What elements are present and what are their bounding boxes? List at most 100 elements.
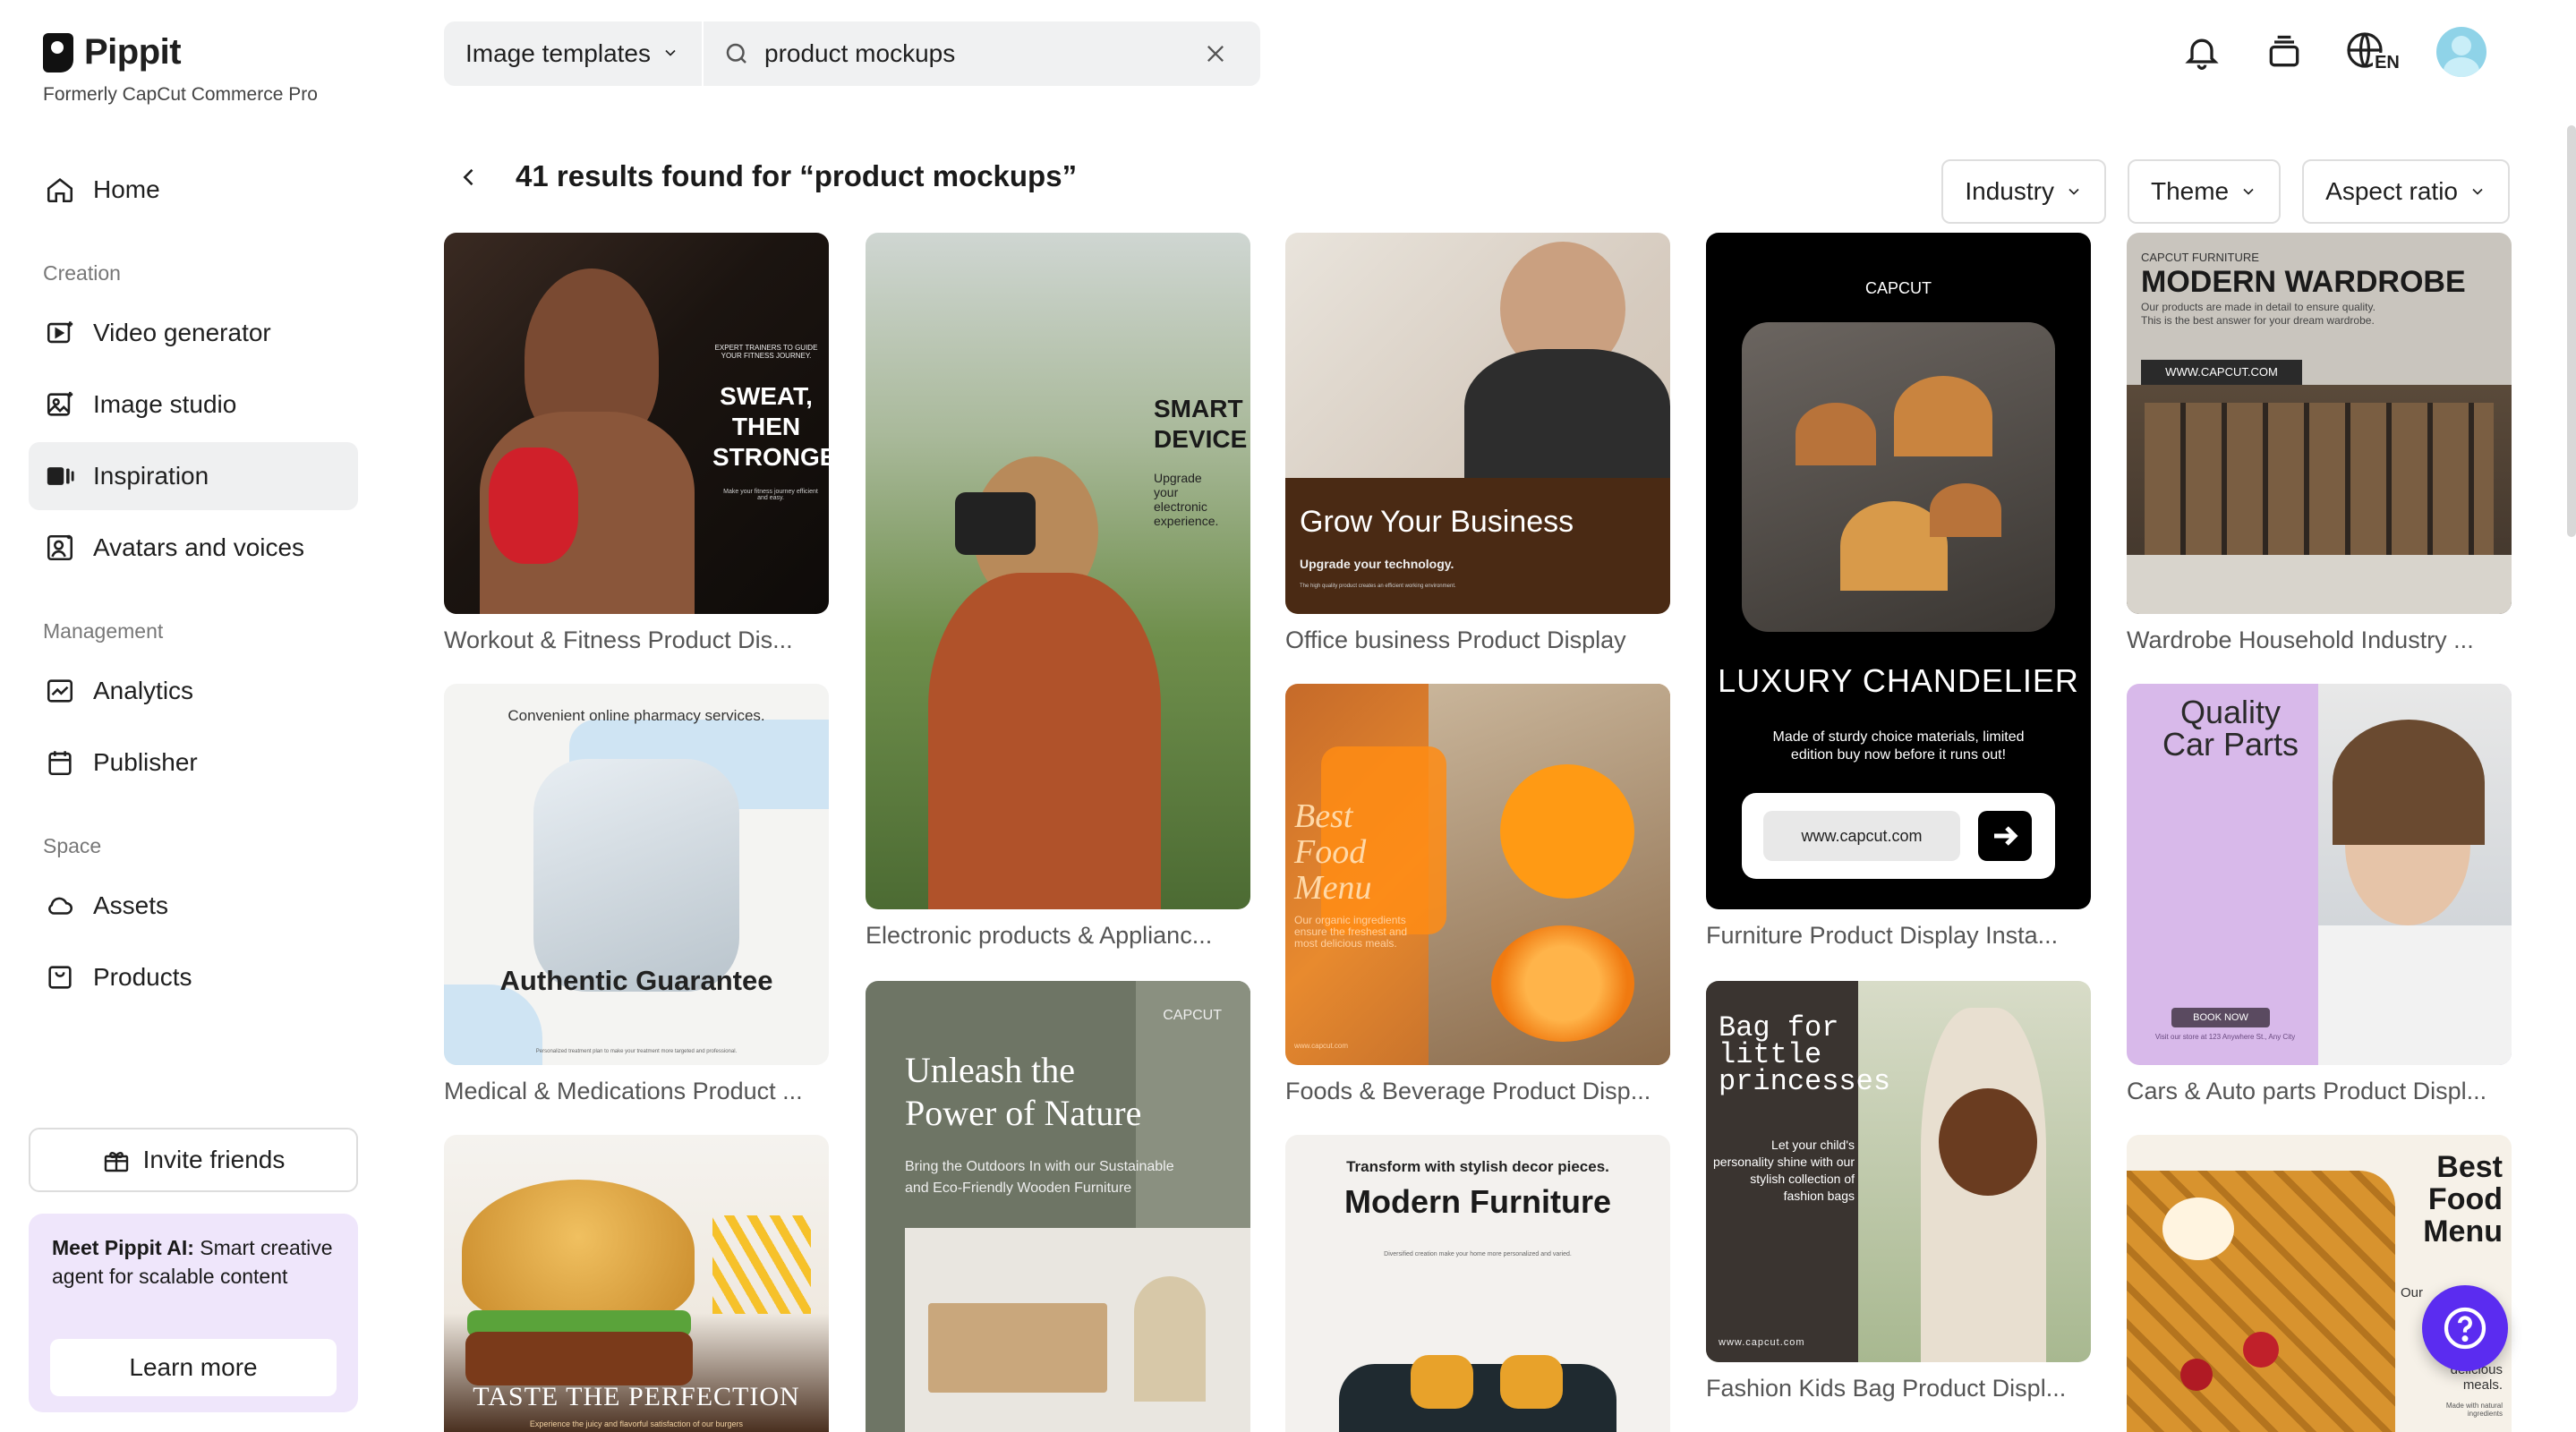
gift-icon	[102, 1146, 131, 1174]
template-card[interactable]: TASTE THE PERFECTION Experience the juic…	[444, 1135, 829, 1432]
template-thumbnail: CAPCUT Unleash the Power of Nature Bring…	[866, 981, 1250, 1432]
template-card[interactable]: Best Food Menu Our organic ingredients e…	[1285, 684, 1670, 1105]
sidebar-item-home[interactable]: Home	[29, 156, 358, 224]
card-caption: Workout & Fitness Product Dis...	[444, 626, 793, 653]
filter-theme[interactable]: Theme	[2127, 159, 2282, 224]
top-icons: EN	[2179, 27, 2486, 77]
close-icon[interactable]	[1203, 41, 1228, 66]
card-text: Upgrade	[1154, 471, 1202, 485]
template-card[interactable]: Transform with stylish decor pieces. Mod…	[1285, 1135, 1670, 1432]
card-text: Power of Nature	[905, 1093, 1142, 1133]
search-type-dropdown[interactable]: Image templates	[444, 21, 704, 86]
card-text: THEN	[731, 413, 801, 440]
card-text: CAPCUT	[1864, 279, 1932, 297]
card-text: SMART	[1154, 395, 1243, 422]
chevron-down-icon	[2243, 188, 2254, 195]
filter-label: Theme	[2150, 177, 2230, 205]
section-label-management: Management	[43, 619, 164, 643]
card-text: Unleash the	[905, 1050, 1075, 1090]
sidebar-item-video-generator[interactable]: Video generator	[29, 299, 358, 367]
card-text: Best	[1294, 797, 1353, 835]
promo-bold: Meet Pippit AI:	[52, 1236, 194, 1259]
template-card[interactable]: EXPERT TRAINERS TO GUIDE YOUR FITNESS JO…	[444, 233, 829, 654]
card-text: www.capcut.com	[1801, 827, 1923, 845]
card-caption: Medical & Medications Product ...	[444, 1078, 803, 1104]
cloud-icon	[45, 891, 75, 921]
card-caption: Office business Product Display	[1285, 626, 1626, 653]
search-bar: Image templates	[444, 21, 1260, 86]
back-button[interactable]	[456, 159, 485, 195]
search-input[interactable]	[764, 39, 1194, 68]
sidebar-item-inspiration[interactable]: Inspiration	[29, 442, 358, 510]
card-text: Food	[2427, 1182, 2503, 1216]
template-card[interactable]: CAPCUT LUXURY CHANDELIER Made of sturdy …	[1706, 233, 2091, 950]
filter-aspect-ratio[interactable]: Aspect ratio	[2302, 159, 2510, 224]
card-text: Quality	[2179, 694, 2282, 730]
template-card[interactable]: Best Food Menu Our delicious meals. Made…	[2127, 1135, 2512, 1432]
card-subtext: Our products are made in detail to ensur…	[2141, 301, 2499, 328]
sidebar: Pippit Formerly CapCut Commerce Pro Home…	[0, 0, 385, 1432]
language-globe-icon[interactable]: EN	[2343, 29, 2401, 75]
learn-more-button[interactable]: Learn more	[50, 1339, 337, 1396]
card-subtext: Upgrade your electronic experience.	[1154, 471, 1250, 528]
help-button[interactable]	[2422, 1285, 2508, 1371]
card-caption: Electronic products & Applianc...	[866, 922, 1213, 949]
card-text: Make your fitness journey efficient and …	[723, 489, 818, 501]
scrollbar[interactable]	[2567, 125, 2576, 537]
card-text: EXPERT TRAINERS TO GUIDE YOUR FITNESS JO…	[714, 344, 818, 360]
card-headline: SMART DEVICE	[1154, 394, 1250, 455]
card-text: DEVICE	[1154, 425, 1248, 453]
sidebar-item-label: Image studio	[93, 390, 237, 418]
avatar-icon	[45, 533, 75, 563]
card-text: Our organic ingredients ensure the fresh…	[1294, 914, 1408, 950]
card-text: Experience the juicy and flavorful satis…	[529, 1419, 744, 1428]
inspiration-icon	[45, 461, 75, 491]
card-text: your	[1154, 485, 1179, 499]
card-caption: Fashion Kids Bag Product Displ...	[1706, 1375, 2067, 1402]
card-text: Visit our store at 123 Anywhere St., Any…	[2154, 1033, 2296, 1041]
template-card[interactable]: Bag for little princesses Let your child…	[1706, 981, 2091, 1402]
chevron-down-icon	[2472, 188, 2483, 195]
sidebar-item-publisher[interactable]: Publisher	[29, 729, 358, 797]
template-card[interactable]: CAPCUT Unleash the Power of Nature Bring…	[866, 981, 1250, 1432]
sidebar-item-label: Products	[93, 963, 192, 991]
card-text: meals.	[2462, 1377, 2503, 1393]
card-text: TASTE THE PERFECTION	[473, 1382, 800, 1411]
card-text: Personalized treatment plan to make your…	[535, 1049, 738, 1054]
card-text: Made of sturdy choice materials, limited…	[1772, 729, 2025, 763]
template-thumbnail: CAPCUT FURNITURE MODERN WARDROBE Our pro…	[2127, 233, 2512, 614]
invite-friends-button[interactable]: Invite friends	[29, 1128, 358, 1192]
image-studio-icon	[45, 389, 75, 420]
card-text: BOOK NOW	[2193, 1012, 2248, 1023]
template-card[interactable]: Convenient online pharmacy services. Aut…	[444, 684, 829, 1105]
bell-icon[interactable]	[2179, 29, 2225, 75]
chevron-left-icon	[463, 168, 473, 186]
template-card[interactable]: SMART DEVICE Upgrade your electronic exp…	[866, 233, 1250, 950]
sidebar-item-image-studio[interactable]: Image studio	[29, 371, 358, 439]
template-thumbnail: Quality Car Parts BOOK NOW Visit our sto…	[2127, 684, 2512, 1065]
product-box-icon	[45, 962, 75, 993]
template-card[interactable]: Quality Car Parts BOOK NOW Visit our sto…	[2127, 684, 2512, 1105]
chevron-down-icon	[661, 39, 679, 68]
card-headline: SWEAT, THEN STRONGER	[712, 381, 829, 473]
card-text: princesses	[1719, 1065, 1891, 1098]
logo[interactable]: Pippit	[43, 32, 182, 72]
stack-icon[interactable]	[2261, 29, 2307, 75]
filter-label: Industry	[1965, 177, 2054, 205]
sidebar-item-label: Avatars and voices	[93, 533, 305, 561]
sidebar-item-analytics[interactable]: Analytics	[29, 657, 358, 725]
card-text: Bring the Outdoors In with our Sustainab…	[905, 1159, 1174, 1174]
user-avatar[interactable]	[2436, 27, 2486, 77]
template-card[interactable]: Grow Your Business Upgrade your technolo…	[1285, 233, 1670, 654]
sidebar-item-assets[interactable]: Assets	[29, 872, 358, 940]
analytics-icon	[45, 676, 75, 706]
video-generator-icon	[45, 318, 75, 348]
sidebar-item-products[interactable]: Products	[29, 943, 358, 1011]
template-thumbnail: EXPERT TRAINERS TO GUIDE YOUR FITNESS JO…	[444, 233, 829, 614]
sidebar-item-avatars-and-voices[interactable]: Avatars and voices	[29, 514, 358, 582]
card-text: Our products are made in detail to ensur…	[2141, 301, 2376, 313]
card-caption: Cars & Auto parts Product Displ...	[2127, 1078, 2487, 1104]
filter-industry[interactable]: Industry	[1941, 159, 2106, 224]
template-card[interactable]: CAPCUT FURNITURE MODERN WARDROBE Our pro…	[2127, 233, 2512, 654]
template-thumbnail: Convenient online pharmacy services. Aut…	[444, 684, 829, 1065]
